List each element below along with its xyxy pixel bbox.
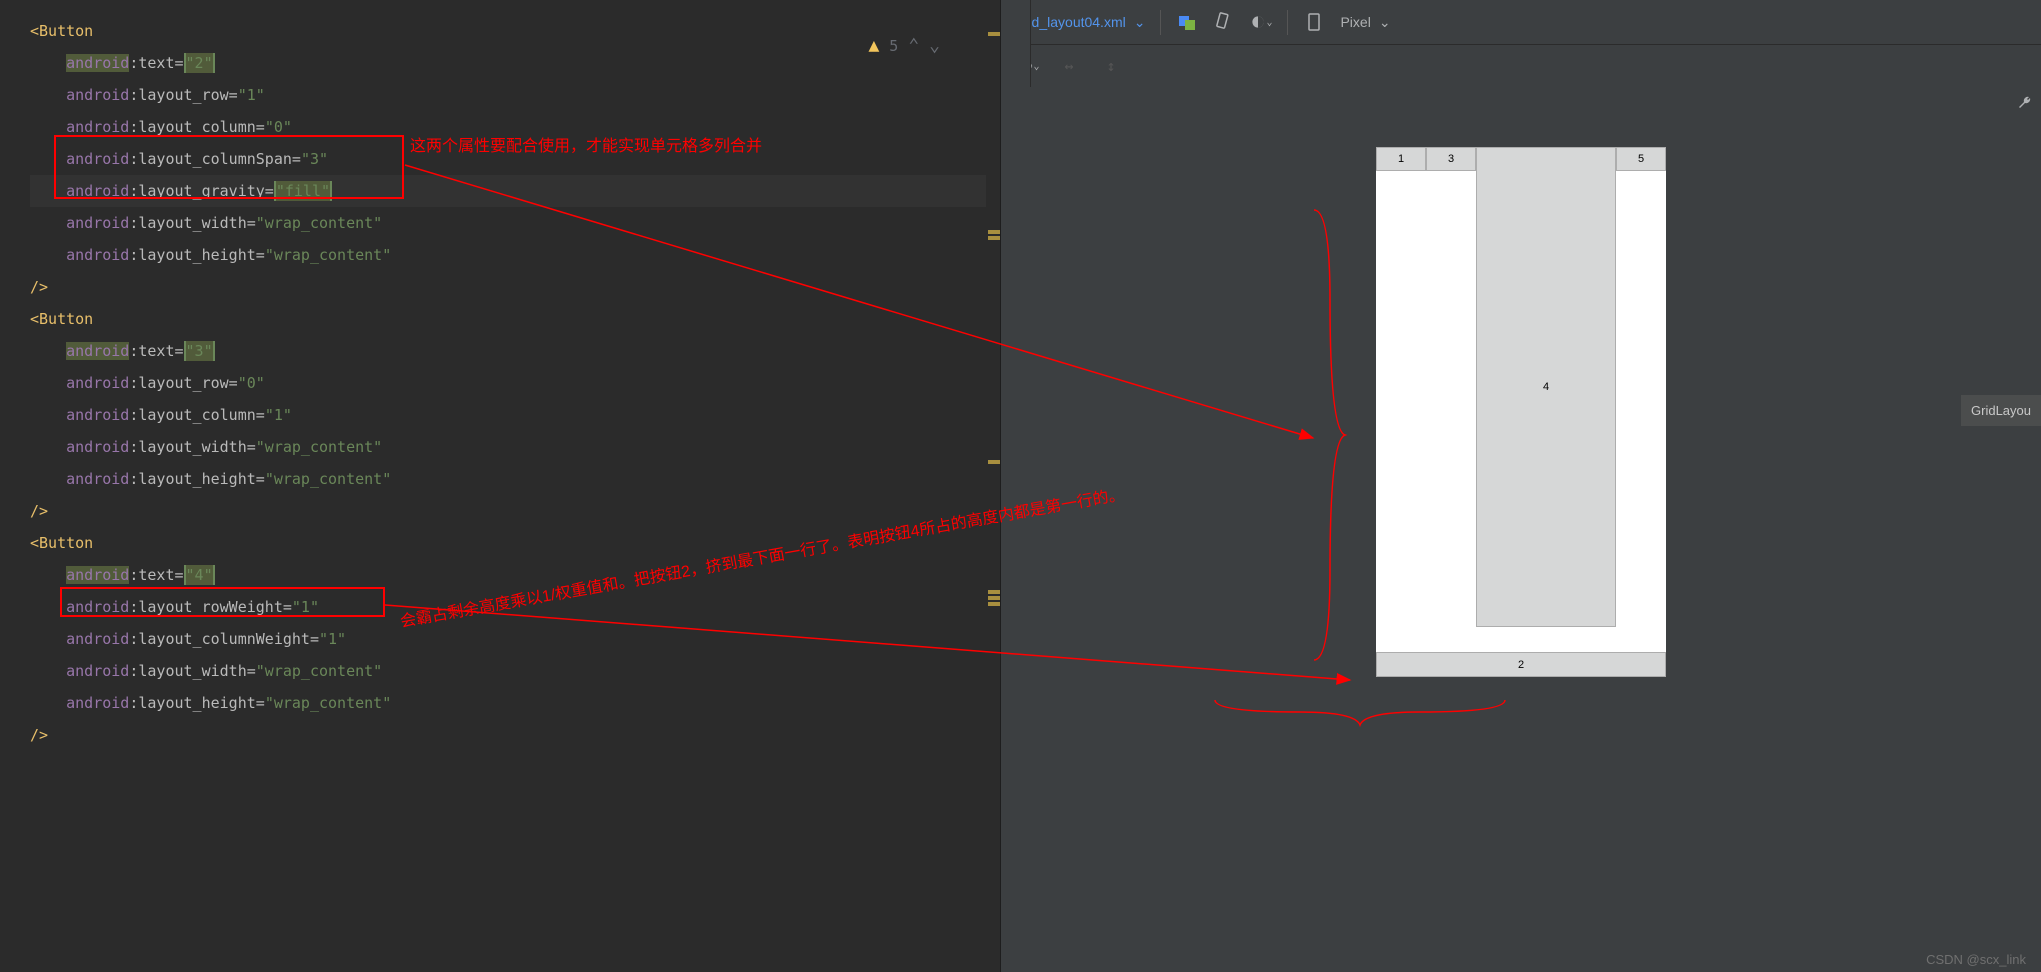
device-preview[interactable]: 1 3 5 4 2: [1376, 147, 1666, 677]
scroll-warn-mark[interactable]: [988, 590, 1000, 594]
file-selector[interactable]: grid_layout04.xml ⌄: [1016, 14, 1145, 31]
design-surface-icon[interactable]: [1176, 11, 1198, 33]
warning-count: 5: [889, 30, 898, 62]
code-editor[interactable]: <Button android:text="2" android:layout_…: [0, 0, 1000, 972]
divider: [1160, 10, 1161, 35]
resize-icon[interactable]: ↕: [1100, 55, 1122, 77]
pan-icon[interactable]: ↔: [1058, 55, 1080, 77]
scroll-warn-mark[interactable]: [988, 602, 1000, 606]
device-icon[interactable]: [1303, 11, 1325, 33]
preview-button-1[interactable]: 1: [1376, 147, 1426, 171]
prev-highlight-icon[interactable]: ⌃: [908, 30, 919, 62]
device-selector[interactable]: Pixel ⌄: [1340, 14, 1390, 31]
preview-button-4[interactable]: 4: [1476, 147, 1616, 627]
orientation-icon[interactable]: [1213, 11, 1235, 33]
scroll-warn-mark[interactable]: [988, 596, 1000, 600]
scroll-warn-mark[interactable]: [988, 236, 1000, 240]
design-panel: grid_layout04.xml ⌄ ⌄ Pixel ⌄ 👁 ⌄ ↔ ↕: [1000, 0, 2041, 972]
inspection-badge[interactable]: ▲ 5 ⌃ ⌄: [868, 30, 940, 62]
design-toolbar: grid_layout04.xml ⌄ ⌄ Pixel ⌄: [1001, 0, 2041, 45]
divider: [1287, 10, 1288, 35]
chevron-down-icon: ⌄: [1379, 14, 1391, 31]
night-mode-icon[interactable]: ⌄: [1250, 11, 1272, 33]
file-name: grid_layout04.xml: [1016, 14, 1126, 30]
device-name: Pixel: [1340, 14, 1370, 30]
watermark: CSDN @scx_link: [1926, 952, 2026, 967]
chevron-down-icon: ⌄: [1134, 14, 1146, 31]
preview-button-5[interactable]: 5: [1616, 147, 1666, 171]
next-highlight-icon[interactable]: ⌄: [929, 30, 940, 62]
warning-icon: ▲: [868, 30, 879, 62]
scroll-warn-mark[interactable]: [988, 460, 1000, 464]
scroll-warn-mark[interactable]: [988, 230, 1000, 234]
design-subbar: 👁 ⌄ ↔ ↕: [1001, 45, 2041, 87]
xml-tag: <Button: [30, 22, 93, 40]
wrench-icon[interactable]: [2017, 95, 2033, 115]
attr-namespace: android: [66, 54, 129, 72]
scrollbar-track[interactable]: [986, 0, 1000, 972]
scroll-warn-mark[interactable]: [988, 32, 1000, 36]
design-canvas[interactable]: 1 3 5 4 2: [1001, 87, 2041, 972]
tooltip: GridLayou: [1961, 395, 2041, 426]
preview-button-2[interactable]: 2: [1376, 652, 1666, 677]
preview-button-3[interactable]: 3: [1426, 147, 1476, 171]
